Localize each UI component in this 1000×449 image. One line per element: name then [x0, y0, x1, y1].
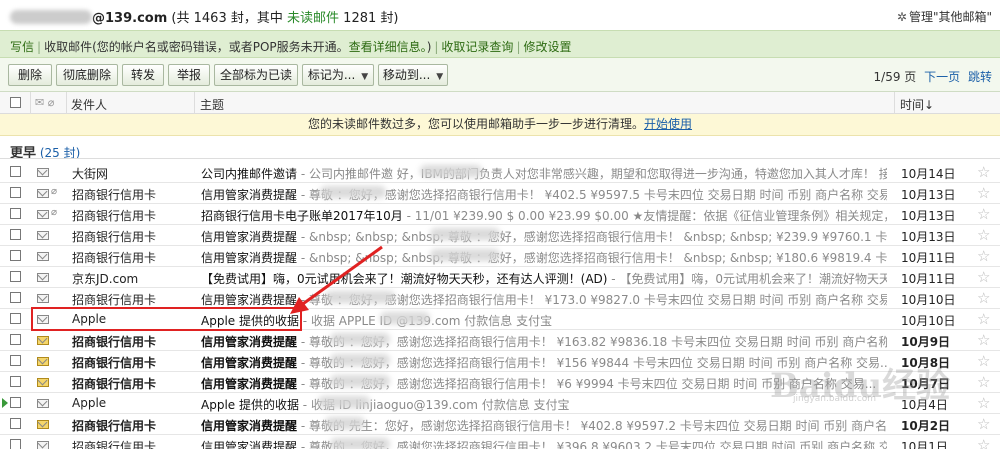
arrow-shaft — [299, 245, 383, 308]
arrow-head — [290, 297, 309, 314]
baidu-watermark-url: jingyan.baidu.com — [793, 394, 877, 404]
